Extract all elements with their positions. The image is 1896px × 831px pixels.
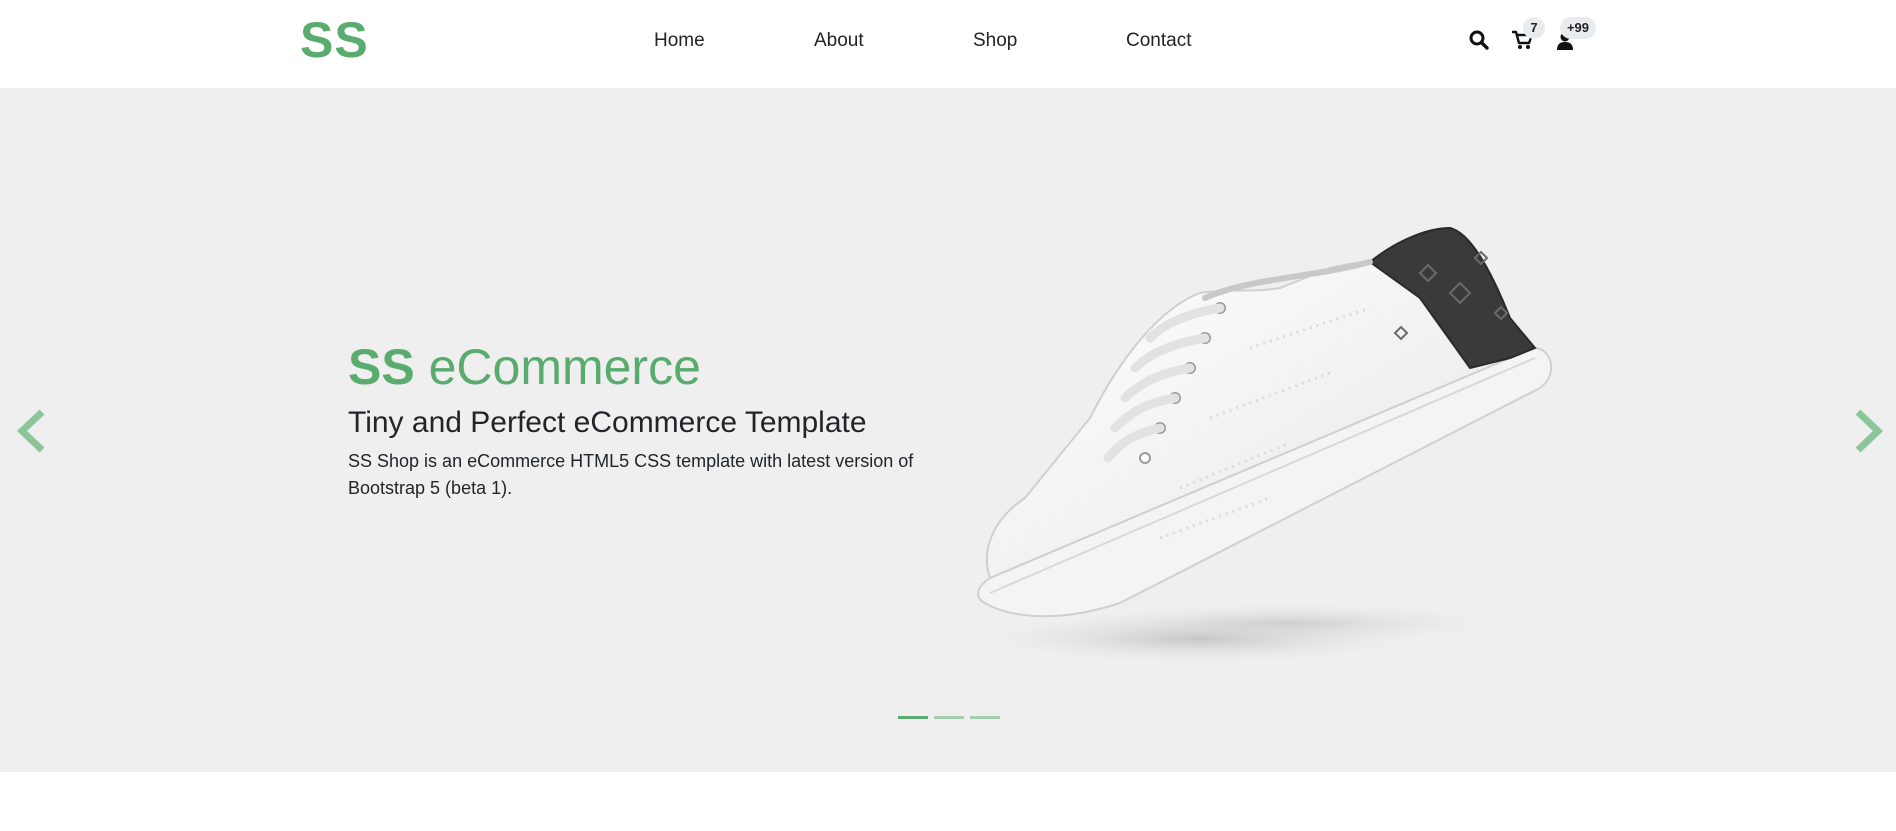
carousel-next-arrow-icon[interactable]: [1848, 406, 1888, 456]
user-notification-badge: +99: [1560, 17, 1596, 39]
carousel-indicator-1[interactable]: [898, 716, 928, 719]
hero-title: SS eCommerce: [348, 339, 701, 395]
carousel-prev-arrow-icon[interactable]: [12, 406, 52, 456]
hero-title-rest: eCommerce: [414, 339, 701, 395]
sneaker-image: [960, 226, 1553, 666]
nav-about-link[interactable]: About: [814, 29, 864, 53]
nav-shop-link[interactable]: Shop: [973, 29, 1017, 53]
carousel-indicators: [898, 716, 1000, 720]
carousel-indicator-2[interactable]: [934, 716, 964, 719]
nav-home-link[interactable]: Home: [654, 29, 705, 53]
hero-carousel: SS eCommerce Tiny and Perfect eCommerce …: [0, 88, 1896, 772]
nav-contact-link[interactable]: Contact: [1126, 29, 1191, 53]
hero-subtitle: Tiny and Perfect eCommerce Template: [348, 406, 867, 439]
hero-description: SS Shop is an eCommerce HTML5 CSS templa…: [348, 451, 914, 498]
hero-title-brand: SS: [348, 339, 415, 395]
nav-menu: Home About Shop Contact: [0, 0, 1896, 82]
search-icon[interactable]: [1469, 30, 1489, 50]
cart-count-badge: 7: [1523, 17, 1545, 39]
navbar: SS Home About Shop Contact 7 +99: [0, 0, 1896, 88]
carousel-indicator-3[interactable]: [970, 716, 1000, 719]
